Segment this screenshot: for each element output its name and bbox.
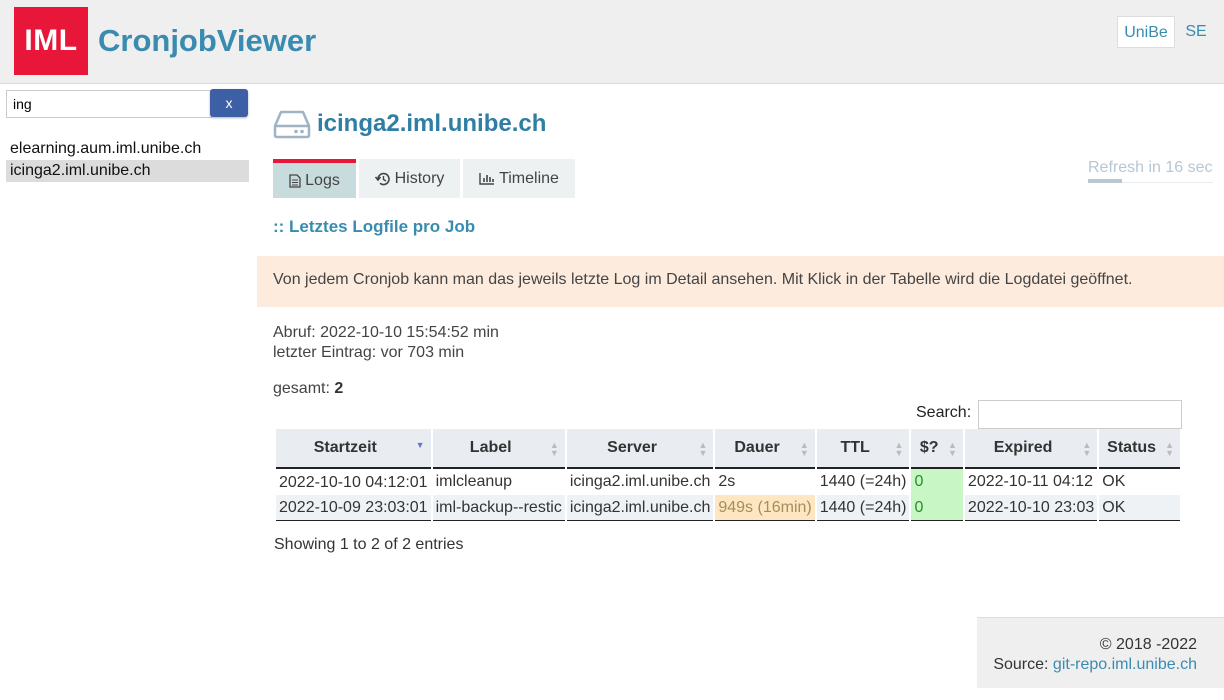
cell-server: icinga2.iml.unibe.ch <box>566 495 714 521</box>
host-list: elearning.aum.iml.unibe.ch icinga2.iml.u… <box>6 138 249 182</box>
cell-ttl: 1440 (=24h) <box>816 495 910 521</box>
tab-logs-label: Logs <box>305 171 340 189</box>
table-row[interactable]: 2022-10-10 04:12:01 imlcleanup icinga2.i… <box>276 469 1180 495</box>
section-title: :: Letztes Logfile pro Job <box>273 217 476 236</box>
sort-desc-icon: ▼ <box>415 440 425 450</box>
table-header-row: Startzeit ▼ Label ▲ ▼ Server ▲ ▼ Dauer ▲ ▼ TTL ▲… <box>276 429 1180 469</box>
lang-se-link[interactable]: SE <box>1181 16 1211 48</box>
sort-icon: ▲ ▼ <box>894 440 904 458</box>
tab-history[interactable]: History <box>359 159 460 198</box>
tab-history-label: History <box>394 169 445 187</box>
total-count: gesamt: 2 <box>273 380 343 398</box>
tab-timeline-label: Timeline <box>499 169 559 187</box>
sort-icon: ▲ ▼ <box>948 440 957 458</box>
table-row[interactable]: 2022-10-09 23:03:01 iml-backup--restic i… <box>276 495 1180 521</box>
iml-logo[interactable]: IML <box>14 7 88 75</box>
cell-label: iml-backup--restic <box>432 495 565 521</box>
cell-status: OK <box>1102 473 1126 490</box>
info-box: Von jedem Cronjob kann man das jeweils l… <box>257 256 1224 307</box>
cell-server: icinga2.iml.unibe.ch <box>569 473 711 490</box>
cell-expired: 2022-10-11 04:12 <box>967 473 1094 490</box>
cell-exitcode: 0 <box>911 469 963 495</box>
col-header-expired[interactable]: Expired ▲ ▼ <box>964 429 1098 469</box>
footer: © 2018 -2022 Source: git-repo.iml.unibe.… <box>977 617 1224 688</box>
host-title-row: icinga2.iml.unibe.ch <box>273 106 546 142</box>
clear-search-button[interactable]: x <box>210 89 248 117</box>
host-item-elearning[interactable]: elearning.aum.iml.unibe.ch <box>6 138 249 160</box>
tab-bar: Logs History Timeline <box>273 159 578 198</box>
source-line: Source: git-repo.iml.unibe.ch <box>977 655 1197 675</box>
cell-status: OK <box>1099 495 1180 521</box>
total-value: 2 <box>334 380 344 397</box>
col-header-label[interactable]: Label ▲ ▼ <box>432 429 565 469</box>
sort-icon: ▲ ▼ <box>549 440 559 458</box>
logs-table: Startzeit ▼ Label ▲ ▼ Server ▲ ▼ Dauer ▲ ▼ TTL ▲… <box>274 429 1182 521</box>
app-title[interactable]: CronjobViewer <box>98 22 316 60</box>
header: IML CronjobViewer UniBe SE <box>0 0 1224 84</box>
col-header-server[interactable]: Server ▲ ▼ <box>566 429 714 469</box>
cell-exitcode: 0 <box>911 495 963 521</box>
col-header-status[interactable]: Status ▲ ▼ <box>1099 429 1180 469</box>
tab-timeline[interactable]: Timeline <box>463 159 575 198</box>
refresh-progress-bar <box>1088 179 1122 183</box>
refresh-indicator: Refresh in 16 sec <box>1088 159 1213 183</box>
cell-startzeit: 2022-10-09 23:03:01 <box>276 495 431 521</box>
host-item-icinga2[interactable]: icinga2.iml.unibe.ch <box>6 160 249 182</box>
hard-drive-icon <box>273 110 311 139</box>
cell-label: imlcleanup <box>435 473 513 490</box>
table-search-label: Search: <box>916 404 972 421</box>
table-info: Showing 1 to 2 of 2 entries <box>274 536 464 553</box>
lang-unibe-link[interactable]: UniBe <box>1117 16 1175 48</box>
sort-icon: ▲ ▼ <box>1165 440 1174 458</box>
cell-dauer: 2s <box>718 473 736 490</box>
col-header-startzeit[interactable]: Startzeit ▼ <box>276 429 431 469</box>
sort-icon: ▲ ▼ <box>1082 440 1092 458</box>
table-search-input[interactable] <box>978 400 1182 429</box>
last-entry-text: letzter Eintrag: vor 703 min <box>273 344 465 361</box>
sort-icon: ▲ ▼ <box>698 440 708 458</box>
cell-dauer: 949s (16min) <box>715 495 815 521</box>
source-link[interactable]: git-repo.iml.unibe.ch <box>1053 656 1197 673</box>
sort-icon: ▲ ▼ <box>799 440 809 458</box>
cell-ttl: 1440 (=24h) <box>819 473 907 490</box>
history-icon <box>374 172 390 185</box>
bar-chart-icon <box>479 173 495 185</box>
abruf-text: Abruf: 2022-10-10 15:54:52 min <box>273 324 499 341</box>
page-title: icinga2.iml.unibe.ch <box>317 110 547 137</box>
col-header-dauer[interactable]: Dauer ▲ ▼ <box>715 429 815 469</box>
copyright-text: © 2018 -2022 <box>1099 636 1197 653</box>
total-label: gesamt: <box>273 380 330 397</box>
tab-logs[interactable]: Logs <box>273 159 356 198</box>
file-icon <box>289 173 301 188</box>
cell-startzeit: 2022-10-10 04:12:01 <box>279 474 428 491</box>
col-header-ttl[interactable]: TTL ▲ ▼ <box>816 429 910 469</box>
fetch-meta: Abruf: 2022-10-10 15:54:52 min letzter E… <box>273 323 499 363</box>
host-search-input[interactable] <box>6 90 212 118</box>
cell-expired: 2022-10-10 23:03 <box>964 495 1098 521</box>
refresh-text: Refresh in 16 sec <box>1088 159 1213 176</box>
source-label: Source: <box>993 656 1049 673</box>
col-header-exitcode[interactable]: $? ▲ ▼ <box>911 429 963 469</box>
